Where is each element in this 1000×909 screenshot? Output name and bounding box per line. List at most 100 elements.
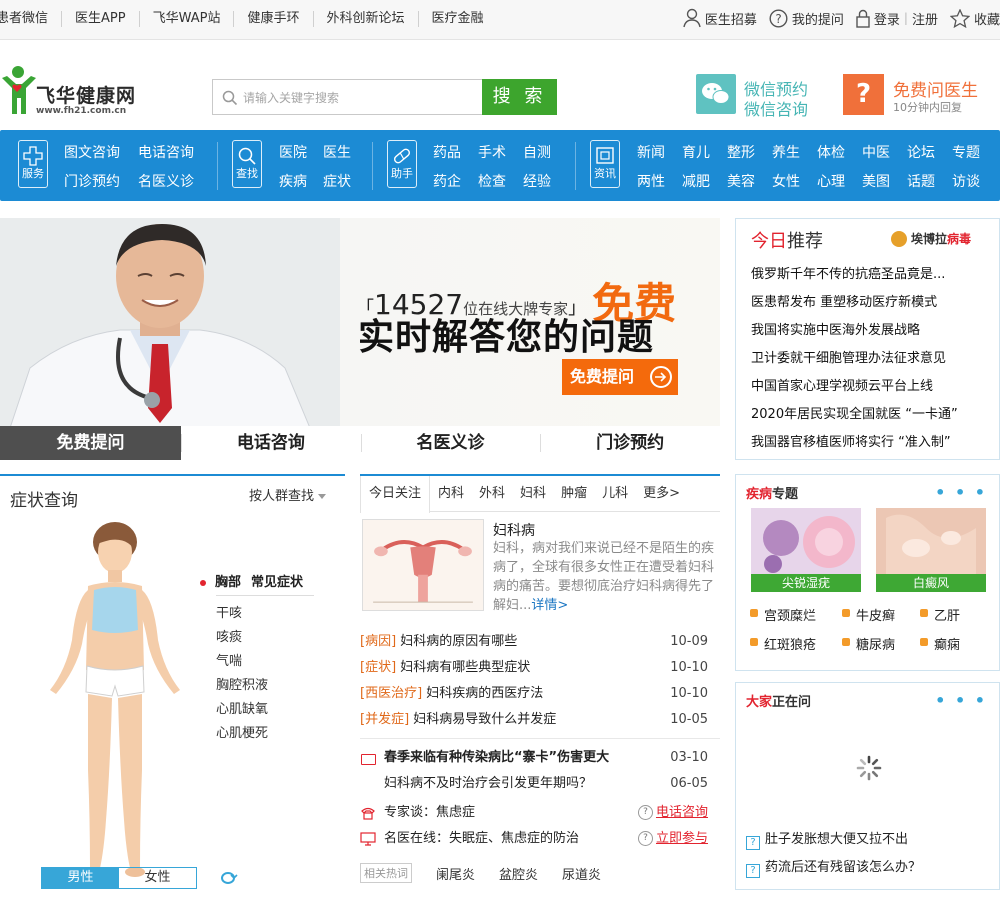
more-dots-icon[interactable]: • • • — [935, 483, 987, 502]
hot-word[interactable]: 阑尾炎 — [436, 864, 475, 883]
topic-image-2[interactable]: 白癜风 — [876, 508, 986, 592]
symptom-item[interactable]: 干咳 — [216, 602, 268, 626]
featured-title[interactable]: 妇科病 — [493, 520, 535, 540]
list-item[interactable]: 俄罗斯千年不传的抗癌圣品竟是... — [751, 261, 958, 289]
top-link-wap[interactable]: 飞华WAP站 — [140, 11, 235, 27]
crowd-filter-dropdown[interactable]: 按人群查找 — [249, 485, 326, 504]
favorite-link[interactable]: 收藏 — [949, 8, 1000, 28]
list-item[interactable]: 我国将实施中医海外发展战略 — [751, 317, 958, 345]
more-dots-icon[interactable]: • • • — [935, 691, 987, 710]
top-link-band[interactable]: 健康手环 — [234, 11, 314, 27]
nav-item[interactable]: 减肥 — [682, 170, 727, 194]
nav-item[interactable]: 经验 — [523, 170, 563, 194]
topic-tag[interactable]: 宫颈糜烂 — [750, 605, 842, 624]
topic-tag[interactable]: 糖尿病 — [842, 634, 920, 653]
nav-item[interactable]: 整形 — [727, 141, 772, 165]
list-item[interactable]: ? 肚子发胀想大便又拉不出 — [746, 826, 921, 854]
tab-gynecology[interactable]: 妇科 — [512, 476, 553, 511]
nav-item[interactable]: 两性 — [637, 170, 682, 194]
banner-tab-free-ask[interactable]: 免费提问 — [0, 426, 181, 460]
nav-assistant-button[interactable]: 助手 — [387, 140, 417, 188]
nav-item[interactable]: 检查 — [478, 170, 523, 194]
tab-pediatrics[interactable]: 儿科 — [594, 476, 635, 511]
search-button[interactable]: 搜 索 — [482, 79, 557, 115]
banner-free-ask-button[interactable]: 免费提问 — [562, 359, 678, 395]
featured-more-link[interactable]: 详情> — [531, 598, 568, 613]
banner-tab-phone[interactable]: 电话咨询 — [181, 426, 361, 460]
top-link-forum[interactable]: 外科创新论坛 — [314, 11, 419, 27]
nav-item[interactable]: 美容 — [727, 170, 772, 194]
nav-item[interactable]: 访谈 — [952, 170, 992, 194]
tab-today[interactable]: 今日关注 — [360, 476, 431, 513]
body-figure[interactable] — [40, 520, 190, 880]
list-item[interactable]: [病因] 妇科病的原因有哪些 10-09 — [360, 629, 720, 655]
nav-item[interactable]: 门诊预约 — [64, 170, 138, 194]
topic-tag[interactable]: 牛皮癣 — [842, 605, 920, 624]
nav-find-button[interactable]: 查找 — [232, 140, 262, 188]
register-link[interactable]: 注册 — [912, 9, 938, 28]
nav-item[interactable]: 育儿 — [682, 141, 727, 165]
nav-item[interactable]: 专题 — [952, 141, 992, 165]
banner-tab-famous-doctor[interactable]: 名医义诊 — [360, 426, 541, 460]
nav-item[interactable]: 药企 — [433, 170, 478, 194]
nav-item[interactable]: 女性 — [772, 170, 817, 194]
list-item[interactable]: [并发症] 妇科病易导致什么并发症 10-05 — [360, 707, 720, 733]
topic-tag[interactable]: 癫痫 — [920, 634, 1000, 653]
list-item[interactable]: 2020年居民实现全国就医 “一卡通” — [751, 401, 958, 429]
phone-consult-link[interactable]: 电话咨询 — [637, 800, 720, 826]
nav-news-button[interactable]: 资讯 — [590, 140, 620, 188]
nav-item[interactable]: 新闻 — [637, 141, 682, 165]
list-item[interactable]: 中国首家心理学视频云平台上线 — [751, 373, 958, 401]
topic-image-1[interactable]: 尖锐湿疣 — [751, 508, 861, 592]
nav-item[interactable]: 手术 — [478, 141, 523, 165]
nav-item[interactable]: 名医义诊 — [138, 170, 208, 194]
login-link[interactable]: 登录 — [856, 9, 900, 28]
nav-item[interactable]: 心理 — [817, 170, 862, 194]
nav-item[interactable]: 电话咨询 — [138, 141, 208, 165]
tab-internal[interactable]: 内科 — [430, 476, 471, 511]
nav-item[interactable]: 体检 — [817, 141, 862, 165]
tab-surgery[interactable]: 外科 — [471, 476, 512, 511]
top-link-wechat[interactable]: 患者微信 — [0, 11, 63, 27]
site-logo[interactable]: 飞华健康网 www.fh21.com.cn — [0, 64, 140, 120]
search-input[interactable] — [243, 88, 473, 108]
wechat-service[interactable]: 微信预约 微信咨询 — [696, 74, 816, 119]
nav-item[interactable]: 症状 — [323, 170, 363, 194]
symptom-item[interactable]: 心肌缺氧 — [216, 698, 268, 722]
nav-item[interactable]: 疾病 — [279, 170, 323, 194]
list-item[interactable]: 妇科病不及时治疗会引发更年期吗？ 06-05 — [360, 771, 720, 797]
my-question-link[interactable]: ? 我的提问 — [769, 8, 844, 28]
expert-talk-link[interactable]: 专家谈：焦虑症 — [360, 800, 475, 826]
nav-item[interactable]: 药品 — [433, 141, 478, 165]
rotate-icon[interactable] — [218, 869, 238, 887]
online-doctor-link[interactable]: 名医在线：失眠症、焦虑症的防治 — [360, 826, 579, 852]
anatomy-diagram-image[interactable] — [362, 519, 484, 611]
list-item[interactable]: 春季来临有种传染病比“寨卡”伤害更大 03-10 — [360, 745, 720, 771]
list-item[interactable]: 卫计委就干细胞管理办法征求意见 — [751, 345, 958, 373]
join-now-link[interactable]: 立即参与 — [637, 826, 720, 852]
nav-service-button[interactable]: 服务 — [18, 140, 48, 188]
recruit-link[interactable]: 医生招募 — [683, 8, 757, 28]
nav-item[interactable]: 养生 — [772, 141, 817, 165]
nav-item[interactable]: 医生 — [323, 141, 363, 165]
tab-more[interactable]: 更多> — [635, 476, 687, 511]
ebola-link[interactable]: 埃博拉 病毒 — [891, 230, 971, 247]
symptom-item[interactable]: 胸腔积液 — [216, 674, 268, 698]
topic-tag[interactable]: 红斑狼疮 — [750, 634, 842, 653]
body-part-chest[interactable]: 胸部 常见症状 — [200, 571, 303, 590]
hot-word[interactable]: 盆腔炎 — [499, 864, 538, 883]
tab-oncology[interactable]: 肿瘤 — [553, 476, 594, 511]
list-item[interactable]: [症状] 妇科病有哪些典型症状 10-10 — [360, 655, 720, 681]
list-item[interactable]: ? 药流后还有残留该怎么办？ — [746, 854, 921, 882]
nav-item[interactable]: 美图 — [862, 170, 907, 194]
nav-item[interactable]: 图文咨询 — [64, 141, 138, 165]
gender-female[interactable]: 女性 — [119, 868, 196, 888]
free-ask-doctor[interactable]: ? 免费问医生 10分钟内回复 — [843, 74, 993, 118]
symptom-item[interactable]: 咳痰 — [216, 626, 268, 650]
symptom-item[interactable]: 心肌梗死 — [216, 722, 268, 746]
top-link-finance[interactable]: 医疗金融 — [419, 11, 497, 27]
hot-word[interactable]: 尿道炎 — [562, 864, 601, 883]
nav-item[interactable]: 中医 — [862, 141, 907, 165]
nav-item[interactable]: 论坛 — [907, 141, 952, 165]
banner-tab-appointment[interactable]: 门诊预约 — [540, 426, 720, 460]
